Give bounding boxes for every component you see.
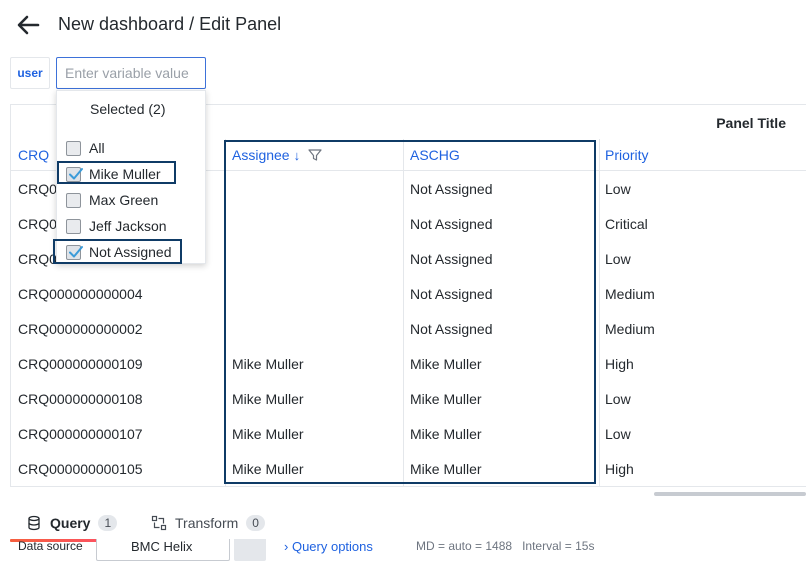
cell-priority: Low	[605, 425, 631, 442]
cell-crq: CRQ000000000107	[18, 425, 143, 442]
dropdown-selected-count: Selected (2)	[90, 101, 166, 117]
cell-assignee	[232, 311, 402, 346]
cell-aschg: Mike Muller	[410, 460, 482, 477]
filter-icon[interactable]	[308, 148, 322, 162]
checkbox[interactable]	[66, 140, 81, 156]
checkbox-checked[interactable]	[66, 166, 83, 182]
tab-query[interactable]: Query 1	[26, 505, 118, 541]
column-header-priority[interactable]: Priority	[605, 139, 805, 171]
table-row: CRQ000000000108 Mike Muller Mike Muller …	[11, 381, 806, 416]
option-label: Max Green	[89, 192, 159, 208]
checkbox-checked[interactable]	[66, 244, 83, 260]
table-row: CRQ000000000004 Not Assigned Medium	[11, 276, 806, 311]
data-source-value: BMC Helix	[131, 539, 193, 554]
horizontal-scrollbar[interactable]	[654, 492, 806, 496]
cell-crq: CRQ000000000108	[18, 390, 143, 407]
data-source-select[interactable]: BMC Helix	[96, 539, 230, 561]
cell-priority: High	[605, 460, 634, 477]
cell-assignee: Mike Muller	[232, 460, 304, 477]
variable-dropdown: Selected (2) All Mike Muller Max Green J…	[56, 90, 206, 264]
database-icon	[28, 515, 40, 531]
variable-label: user	[10, 57, 50, 89]
cell-assignee	[232, 241, 402, 276]
option-label: Jeff Jackson	[89, 218, 167, 234]
cell-assignee	[232, 276, 402, 311]
cell-aschg: Not Assigned	[410, 180, 493, 197]
checkmark-icon	[69, 245, 83, 257]
tab-transform[interactable]: Transform 0	[151, 505, 265, 541]
cell-priority: Medium	[605, 285, 655, 302]
data-source-label: Data source	[18, 539, 83, 553]
cell-priority: Low	[605, 250, 631, 267]
checkbox[interactable]	[66, 218, 81, 234]
table-row: CRQ000000000105 Mike Muller Mike Muller …	[11, 451, 806, 486]
tab-query-label: Query	[50, 515, 91, 531]
cell-priority: Critical	[605, 215, 648, 232]
sort-descending-icon[interactable]: ↓	[294, 148, 301, 163]
cell-crq: CRQ000000000109	[18, 355, 143, 372]
variable-value-input[interactable]	[56, 57, 206, 89]
option-label: All	[89, 140, 105, 156]
cell-aschg: Not Assigned	[410, 250, 493, 267]
table-row: CRQ000000000107 Mike Muller Mike Muller …	[11, 416, 806, 451]
transform-icon	[151, 515, 167, 531]
cell-priority: Low	[605, 180, 631, 197]
cell-aschg: Mike Muller	[410, 390, 482, 407]
query-options-summary: MD = auto = 1488 Interval = 15s	[416, 539, 595, 553]
cell-aschg: Not Assigned	[410, 285, 493, 302]
cell-assignee	[232, 206, 402, 241]
cell-priority: High	[605, 355, 634, 372]
cell-aschg: Mike Muller	[410, 425, 482, 442]
option-label: Not Assigned	[89, 244, 172, 260]
cell-assignee: Mike Muller	[232, 390, 304, 407]
cell-priority: Low	[605, 390, 631, 407]
column-header-aschg[interactable]: ASCHG	[410, 139, 600, 171]
column-header-assignee[interactable]: Assignee ↓	[232, 139, 402, 171]
cell-aschg: Not Assigned	[410, 320, 493, 337]
checkbox[interactable]	[66, 192, 81, 208]
cell-crq: CRQ000000000004	[18, 285, 143, 302]
tab-transform-label: Transform	[175, 515, 239, 531]
dropdown-option-all[interactable]: All	[57, 135, 207, 161]
cell-crq: CRQ000000000002	[18, 320, 143, 337]
page-title: New dashboard / Edit Panel	[58, 14, 282, 34]
data-source-info-button[interactable]	[234, 539, 266, 561]
table-row: CRQ000000000002 Not Assigned Medium	[11, 311, 806, 346]
query-options-bar: Data source BMC Helix › Query options MD…	[0, 539, 806, 570]
tab-transform-count: 0	[246, 515, 265, 531]
dropdown-option-mike-muller[interactable]: Mike Muller	[57, 161, 207, 187]
cell-aschg: Not Assigned	[410, 215, 493, 232]
dropdown-option-max-green[interactable]: Max Green	[57, 187, 207, 213]
cell-assignee	[232, 171, 402, 206]
top-bar: New dashboard / Edit Panel	[0, 0, 806, 50]
cell-assignee: Mike Muller	[232, 355, 304, 372]
cell-priority: Medium	[605, 320, 655, 337]
checkmark-icon	[69, 167, 83, 179]
cell-assignee: Mike Muller	[232, 425, 304, 442]
query-options-link[interactable]: › Query options	[284, 539, 373, 554]
table-row: CRQ000000000109 Mike Muller Mike Muller …	[11, 346, 806, 381]
cell-crq: CRQ000000000105	[18, 460, 143, 477]
panel-title: Panel Title	[716, 115, 786, 131]
cell-aschg: Mike Muller	[410, 355, 482, 372]
back-arrow-icon[interactable]	[14, 12, 42, 38]
dropdown-option-jeff-jackson[interactable]: Jeff Jackson	[57, 213, 207, 239]
option-label: Mike Muller	[89, 166, 161, 182]
dropdown-option-not-assigned[interactable]: Not Assigned	[57, 239, 207, 265]
tab-query-count: 1	[98, 515, 118, 531]
